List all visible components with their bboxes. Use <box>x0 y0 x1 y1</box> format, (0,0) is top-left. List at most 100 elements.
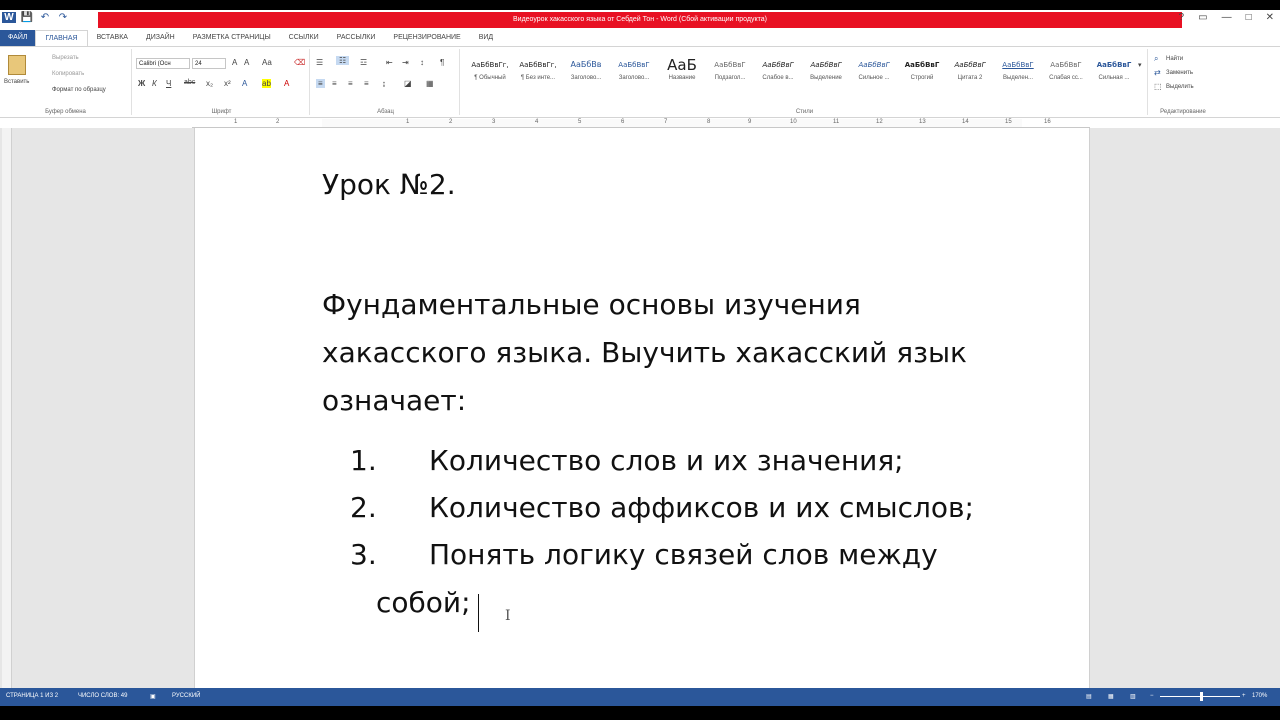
shrink-font-icon[interactable]: A <box>244 58 249 67</box>
line-spacing-icon[interactable]: ↨ <box>382 79 386 88</box>
tab-view[interactable]: ВИД <box>470 30 502 46</box>
proofing-icon[interactable]: ▣ <box>150 693 156 700</box>
style-title[interactable]: АаБ Название <box>658 55 706 89</box>
tab-review[interactable]: РЕЦЕНЗИРОВАНИЕ <box>384 30 469 46</box>
style-preview: АаБбВвГ <box>1002 61 1034 69</box>
sort-icon[interactable]: ↕ <box>420 58 424 67</box>
find-button[interactable]: Найти <box>1166 56 1183 62</box>
style-preview: АаБбВвГ <box>810 61 842 69</box>
read-mode-icon[interactable]: ▤ <box>1086 693 1092 700</box>
horizontal-ruler[interactable]: 1 2 1 2 3 4 5 6 7 8 9 10 11 12 13 14 15 … <box>192 118 1090 128</box>
ruler-number: 15 <box>1005 119 1012 125</box>
save-icon[interactable]: 💾 <box>20 12 34 23</box>
style-quote-2[interactable]: АаБбВвГ Цитата 2 <box>946 55 994 89</box>
replace-icon[interactable]: ⇄ <box>1154 68 1161 77</box>
style-subtle-reference[interactable]: АаБбВвГ Слабая сс... <box>1042 55 1090 89</box>
strikethrough-button[interactable]: abc <box>184 79 195 86</box>
copy-button[interactable]: Копировать <box>52 71 84 77</box>
style-preview: АаБбВвГ <box>618 61 650 69</box>
tab-references[interactable]: ССЫЛКИ <box>280 30 328 46</box>
font-color-icon[interactable]: A <box>284 79 289 88</box>
select-icon[interactable]: ⬚ <box>1154 82 1162 91</box>
align-center-icon[interactable]: ≡ <box>332 79 337 88</box>
superscript-button[interactable]: x² <box>224 79 231 88</box>
ribbon-display-icon[interactable]: ▭ <box>1198 12 1207 23</box>
zoom-out-icon[interactable]: − <box>1150 693 1154 699</box>
tab-file[interactable]: ФАЙЛ <box>0 30 36 46</box>
replace-button[interactable]: Заменить <box>1166 70 1193 76</box>
font-name-select[interactable]: Calibri (Осн <box>136 58 190 69</box>
align-left-icon[interactable]: ≡ <box>316 79 325 88</box>
list-item: Понять логику связей слов между <box>429 538 938 571</box>
word-count[interactable]: ЧИСЛО СЛОВ: 49 <box>78 693 127 699</box>
tab-insert[interactable]: ВСТАВКА <box>88 30 137 46</box>
subscript-button[interactable]: x₂ <box>206 79 213 88</box>
select-button[interactable]: Выделить <box>1166 84 1194 90</box>
tab-layout[interactable]: РАЗМЕТКА СТРАНИЦЫ <box>184 30 280 46</box>
align-right-icon[interactable]: ≡ <box>348 79 353 88</box>
style-preview: АаБ <box>667 56 697 74</box>
show-marks-icon[interactable]: ¶ <box>440 58 444 67</box>
style-heading-2[interactable]: АаБбВвГ Заголово... <box>610 55 658 89</box>
zoom-in-icon[interactable]: + <box>1242 693 1246 699</box>
change-case-icon[interactable]: Aa <box>262 58 272 67</box>
style-strong[interactable]: АаБбВвГ Строгий <box>898 55 946 89</box>
paragraph-line: означает: <box>322 384 467 417</box>
justify-icon[interactable]: ≡ <box>364 79 369 88</box>
redo-icon[interactable]: ↷ <box>56 12 70 23</box>
vertical-ruler[interactable] <box>2 128 12 698</box>
borders-icon[interactable]: ▦ <box>426 79 434 88</box>
style-subtle-emphasis[interactable]: АаБбВвГ Слабое в... <box>754 55 802 89</box>
find-icon[interactable]: ⌕ <box>1154 54 1158 64</box>
decrease-indent-icon[interactable]: ⇤ <box>386 58 393 67</box>
paste-button[interactable]: Вставить <box>4 79 29 85</box>
underline-button[interactable]: Ч <box>166 79 171 88</box>
tab-design[interactable]: ДИЗАЙН <box>137 30 184 46</box>
print-layout-icon[interactable]: ▦ <box>1108 693 1114 700</box>
zoom-slider-thumb[interactable] <box>1200 692 1203 701</box>
document-page[interactable]: Урок №2. Фундаментальные основы изучения… <box>194 128 1090 698</box>
minimize-icon[interactable]: — <box>1222 12 1232 23</box>
style-heading-1[interactable]: АаБбВв Заголово... <box>562 55 610 89</box>
editing-group: ⌕ Найти ⇄ Заменить ⬚ Выделить Редактиров… <box>1150 49 1216 115</box>
ruler-number: 13 <box>919 119 926 125</box>
style-emphasis[interactable]: АаБбВвГ Выделение <box>802 55 850 89</box>
ribbon-tabs: ФАЙЛ ГЛАВНАЯ ВСТАВКА ДИЗАЙН РАЗМЕТКА СТР… <box>0 30 1280 46</box>
undo-icon[interactable]: ↶ <box>38 12 52 23</box>
text-effects-icon[interactable]: A <box>242 79 247 88</box>
shading-icon[interactable]: ◪ <box>404 79 412 88</box>
style-no-spacing[interactable]: АаБбВвГг, ¶ Без инте... <box>514 55 562 89</box>
maximize-icon[interactable]: □ <box>1246 12 1252 23</box>
numbering-icon[interactable]: ☷ <box>336 56 350 65</box>
style-normal[interactable]: АаБбВвГг, ¶ Обычный <box>466 55 514 89</box>
clear-format-icon[interactable]: ⌫ <box>294 58 305 67</box>
style-intense-quote[interactable]: АаБбВвГ Выделен... <box>994 55 1042 89</box>
style-subtitle[interactable]: АаБбВвГ Подзагол... <box>706 55 754 89</box>
font-size-select[interactable]: 24 <box>192 58 226 69</box>
tab-mailings[interactable]: РАССЫЛКИ <box>328 30 385 46</box>
styles-more-icon[interactable]: ▾ <box>1138 61 1142 69</box>
close-icon[interactable]: ✕ <box>1266 12 1274 23</box>
paragraph-line: Фундаментальные основы изучения <box>322 288 861 321</box>
document-area: Урок №2. Фундаментальные основы изучения… <box>0 128 1280 698</box>
bullets-icon[interactable]: ☰ <box>316 58 323 67</box>
format-painter-button[interactable]: Формат по образцу <box>52 87 106 93</box>
ruler-number: 1 <box>406 119 410 125</box>
list-item: Количество слов и их значения; <box>429 444 904 477</box>
cut-button[interactable]: Вырезать <box>52 55 79 61</box>
multilevel-list-icon[interactable]: ☲ <box>360 58 367 67</box>
tab-home[interactable]: ГЛАВНАЯ <box>35 30 88 46</box>
grow-font-icon[interactable]: A <box>232 58 237 67</box>
paste-icon[interactable] <box>8 55 26 75</box>
style-intense-reference[interactable]: АаБбВвГ Сильная ... <box>1090 55 1138 89</box>
bold-button[interactable]: Ж <box>138 79 145 88</box>
increase-indent-icon[interactable]: ⇥ <box>402 58 409 67</box>
page-count[interactable]: СТРАНИЦА 1 ИЗ 2 <box>6 693 58 699</box>
language-indicator[interactable]: РУССКИЙ <box>172 693 200 699</box>
zoom-level[interactable]: 170% <box>1252 693 1267 699</box>
help-icon[interactable]: ? <box>1179 12 1185 23</box>
style-intense-emphasis[interactable]: АаБбВвГ Сильное ... <box>850 55 898 89</box>
highlight-icon[interactable]: ab <box>262 79 271 88</box>
italic-button[interactable]: К <box>152 79 157 88</box>
web-layout-icon[interactable]: ▥ <box>1130 693 1136 700</box>
